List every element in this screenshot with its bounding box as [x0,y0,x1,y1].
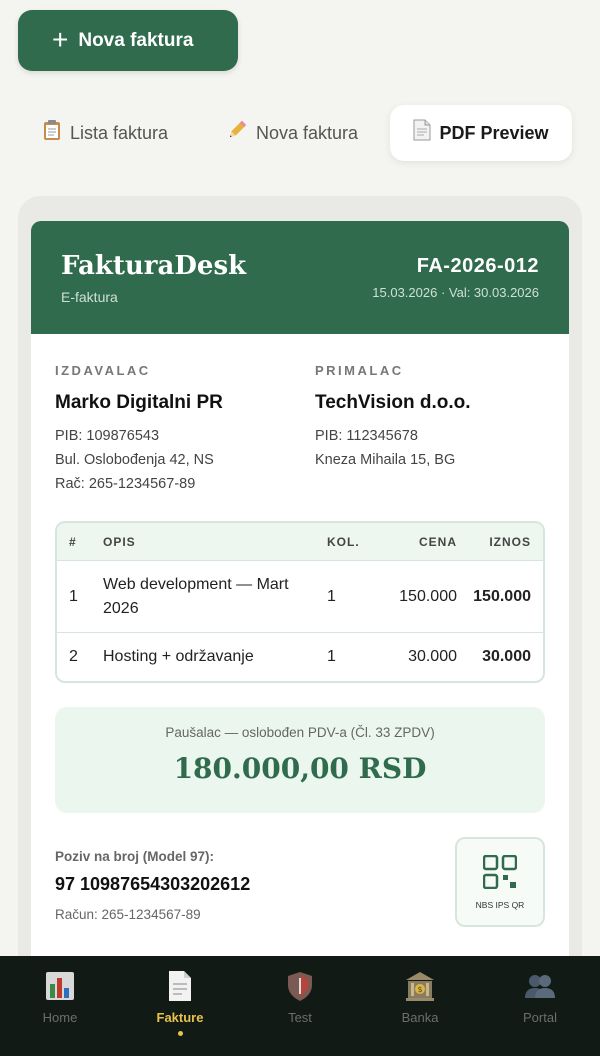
items-table: # OPIS KOL. CENA IZNOS 1 Web development… [55,521,545,683]
tab-bar: Lista faktura Nova faktura PDF Preview [26,105,574,161]
nav-label: Banka [401,1010,439,1025]
row-num: 1 [69,587,78,605]
tab-label: Nova faktura [256,122,359,143]
tax-note: Paušalac — oslobođen PDV-a (Čl. 33 ZPDV) [165,725,435,740]
tab-invoice-list[interactable]: Lista faktura [42,105,168,161]
new-invoice-button[interactable]: + Nova faktura [18,10,238,71]
invoice-dates: 15.03.2026 · Val: 30.03.2026 [372,285,539,300]
col-header-qty: KOL. [327,534,360,549]
col-header-desc: OPIS [103,534,136,549]
brand-title: FakturaDesk [61,251,247,281]
invoice-icon [164,970,196,1002]
issuer-label: IZDAVALAC [55,363,151,378]
tab-label: PDF Preview [439,122,549,143]
total-amount: 180.000,00 RSD [173,752,427,785]
invoice-header: FakturaDesk E-faktura FA-2026-012 15.03.… [31,221,569,334]
table-header: # OPIS KOL. CENA IZNOS [57,523,543,561]
bank-icon: $ [404,970,436,1002]
col-header-price: CENA [418,534,457,549]
nav-label: Test [288,1010,312,1025]
row-price: 150.000 [399,587,457,605]
nav-portal[interactable]: Portal [480,956,600,1056]
nav-bank[interactable]: $ Banka [360,956,480,1056]
issuer-pib: PIB: 109876543 [55,428,160,444]
tab-new-invoice[interactable]: Nova faktura [226,105,358,161]
nav-invoices[interactable]: Fakture [120,956,240,1056]
recipient-name: TechVision d.o.o. [315,392,471,413]
table-row: 1 Web development — Mart 2026 1 150.000 … [57,561,543,633]
shield-icon [284,970,316,1002]
svg-text:$: $ [417,985,422,994]
brand-subtitle: E-faktura [61,289,118,305]
nav-label: Fakture [156,1010,204,1025]
nav-label: Portal [523,1010,557,1025]
row-price: 30.000 [408,648,457,665]
row-amount: 30.000 [482,648,531,665]
payment-reference: Poziv na broj (Model 97): 97 10987654303… [55,849,250,922]
total-box: Paušalac — oslobođen PDV-a (Čl. 33 ZPDV)… [55,707,545,813]
pencil-icon [226,119,248,147]
row-amount: 150.000 [473,587,531,605]
nav-label: Home [42,1010,78,1025]
invoice-number: FA-2026-012 [416,255,539,277]
recipient-label: PRIMALAC [315,363,404,378]
recipient-block: PRIMALAC TechVision d.o.o. PIB: 11234567… [315,363,555,468]
nav-home[interactable]: Home [0,956,120,1056]
issuer-name: Marko Digitalni PR [55,392,223,413]
tab-pdf-preview[interactable]: PDF Preview [390,105,572,161]
row-qty: 1 [327,587,336,605]
clipboard-icon [42,119,62,147]
row-desc: Hosting + održavanje [103,648,254,665]
qr-code-icon [482,854,518,894]
ips-qr-button[interactable]: NBS IPS QR [455,837,545,927]
chart-icon [44,970,76,1002]
table-row: 2 Hosting + održavanje 1 30.000 30.000 [57,633,543,681]
col-header-amount: IZNOS [489,534,531,549]
nav-test[interactable]: Test [240,956,360,1056]
account-line: Račun: 265-1234567-89 [55,907,201,922]
invoice-preview: FakturaDesk E-faktura FA-2026-012 15.03.… [31,221,569,1056]
recipient-pib: PIB: 112345678 [315,428,418,444]
reference-label: Poziv na broj (Model 97): [55,849,215,864]
bottom-nav: Home Fakture Test $ Banka Portal [0,956,600,1056]
row-qty: 1 [327,648,336,665]
issuer-address: Bul. Oslobođenja 42, NS [55,452,214,468]
active-indicator [177,1031,183,1036]
plus-icon: + [52,23,69,55]
tab-label: Lista faktura [70,122,169,143]
qr-label: NBS IPS QR [475,899,525,910]
reference-number: 97 10987654303202612 [55,874,251,894]
row-desc: Web development — Mart 2026 [103,575,289,617]
users-icon [524,970,556,1002]
new-invoice-label: Nova faktura [78,29,194,51]
issuer-block: IZDAVALAC Marko Digitalni PR PIB: 109876… [55,363,295,492]
issuer-account: Rač: 265-1234567-89 [55,476,196,492]
row-num: 2 [69,648,78,665]
col-header-num: # [69,534,77,549]
document-icon [413,119,431,147]
recipient-address: Kneza Mihaila 15, BG [315,452,456,468]
